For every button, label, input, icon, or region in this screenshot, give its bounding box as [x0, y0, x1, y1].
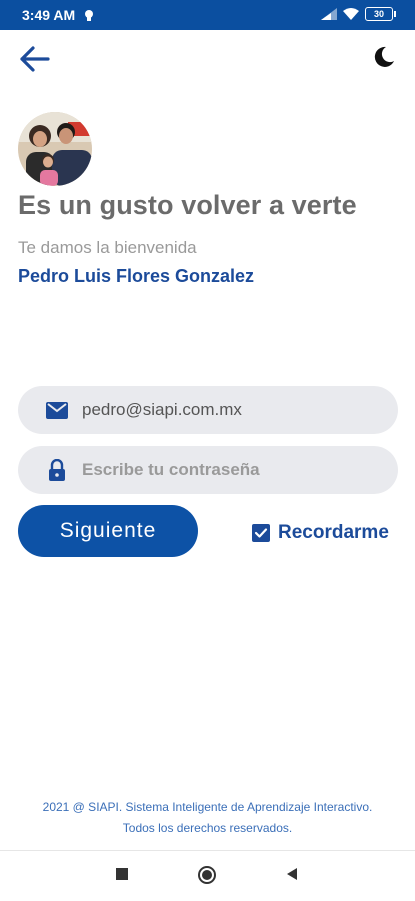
avatar [18, 112, 92, 186]
welcome-title: Es un gusto volver a verte [18, 190, 357, 220]
home-circle-icon[interactable] [197, 865, 217, 890]
status-time: 3:49 AM [22, 7, 76, 23]
status-icons: 30 [321, 7, 396, 21]
status-bar: 3:49 AM 30 [0, 0, 415, 30]
next-button[interactable]: Siguiente [18, 505, 198, 557]
system-nav-bar [0, 850, 415, 901]
footer-copyright: 2021 @ SIAPI. Sistema Inteligente de Apr… [42, 800, 373, 814]
checkbox-checked-icon [252, 524, 270, 542]
moon-icon [374, 46, 394, 67]
mail-icon [44, 399, 70, 421]
lock-icon [44, 459, 70, 481]
welcome-subtitle: Te damos la bienvenida [18, 238, 197, 257]
notification-icon [82, 8, 96, 22]
arrow-left-icon [20, 46, 50, 72]
footer-rights: Todos los derechos reservados. [122, 821, 293, 835]
signal-icon [321, 8, 337, 20]
back-triangle-icon[interactable] [285, 867, 299, 886]
email-field[interactable] [18, 386, 398, 434]
email-input[interactable] [80, 389, 374, 431]
remember-label: Recordarme [278, 522, 389, 543]
user-name: Pedro Luis Flores Gonzalez [18, 266, 255, 286]
battery-icon: 30 [365, 7, 396, 21]
back-button[interactable] [18, 44, 52, 74]
recents-square-icon[interactable] [115, 867, 129, 886]
footer: 2021 @ SIAPI. Sistema Inteligente de Apr… [0, 797, 415, 839]
wifi-icon [343, 8, 359, 20]
password-field[interactable] [18, 446, 398, 494]
password-input[interactable] [80, 449, 374, 491]
remember-checkbox[interactable]: Recordarme [252, 522, 389, 544]
theme-toggle-button[interactable] [371, 44, 397, 70]
